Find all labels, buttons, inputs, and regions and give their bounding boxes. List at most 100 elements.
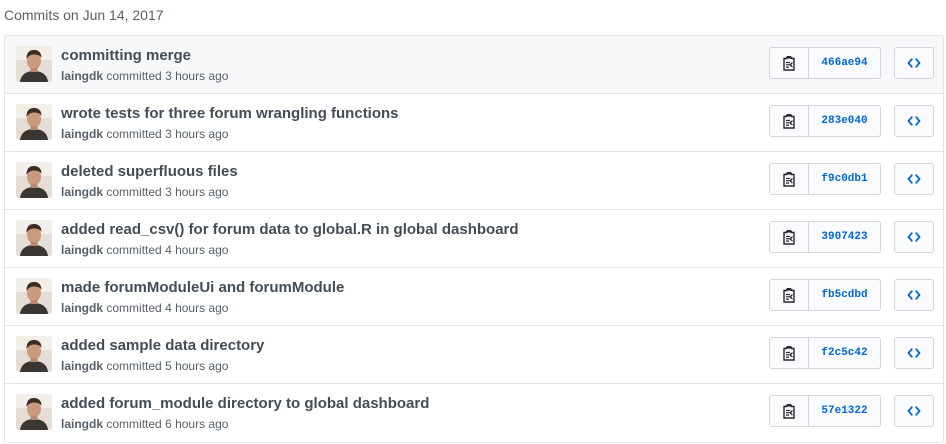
copy-sha-button[interactable] — [770, 280, 809, 310]
commit-row: committing merge laingdk committed 3 hou… — [5, 36, 943, 93]
code-icon — [907, 174, 921, 184]
copy-sha-button[interactable] — [770, 396, 809, 426]
commit-title-link[interactable]: deleted superfluous files — [61, 162, 238, 182]
avatar[interactable] — [16, 162, 52, 198]
copy-sha-button[interactable] — [770, 338, 809, 368]
browse-repo-button[interactable] — [894, 279, 934, 311]
commit-time: 4 hours ago — [165, 301, 229, 315]
code-icon — [907, 406, 921, 416]
copy-sha-button[interactable] — [770, 48, 809, 78]
commit-title-link[interactable]: wrote tests for three forum wrangling fu… — [61, 104, 399, 124]
avatar-photo — [16, 104, 52, 140]
sha-link[interactable]: fb5cdbd — [809, 280, 880, 310]
commit-meta: laingdk committed 3 hours ago — [61, 126, 228, 142]
avatar[interactable] — [16, 220, 52, 256]
commit-time: 5 hours ago — [165, 359, 229, 373]
code-icon — [907, 232, 921, 242]
commit-verb: committed — [106, 243, 162, 257]
sha-link[interactable]: 283e040 — [809, 106, 880, 136]
sha-button-group: 283e040 — [769, 105, 881, 137]
copy-sha-button[interactable] — [770, 106, 809, 136]
commit-title-link[interactable]: added forum_module directory to global d… — [61, 394, 429, 414]
commit-verb: committed — [106, 127, 162, 141]
commit-meta: laingdk committed 4 hours ago — [61, 242, 228, 258]
avatar-photo — [16, 394, 52, 430]
sha-button-group: f9c0db1 — [769, 163, 881, 195]
commit-verb: committed — [106, 359, 162, 373]
sha-link[interactable]: f9c0db1 — [809, 164, 880, 194]
commit-meta: laingdk committed 4 hours ago — [61, 300, 228, 316]
browse-repo-button[interactable] — [894, 47, 934, 79]
commit-title-link[interactable]: committing merge — [61, 46, 191, 66]
sha-button-group: 466ae94 — [769, 47, 881, 79]
sha-button-group: 57e1322 — [769, 395, 881, 427]
commit-verb: committed — [106, 185, 162, 199]
commit-list: committing merge laingdk committed 3 hou… — [4, 35, 944, 443]
browse-repo-button[interactable] — [894, 337, 934, 369]
sha-link[interactable]: f2c5c42 — [809, 338, 880, 368]
commit-meta: laingdk committed 3 hours ago — [61, 68, 228, 84]
sha-link[interactable]: 3907423 — [809, 222, 880, 252]
code-icon — [907, 58, 921, 68]
browse-repo-button[interactable] — [894, 163, 934, 195]
commit-time: 6 hours ago — [165, 417, 229, 431]
commit-group-title: Commits on Jun 14, 2017 — [4, 7, 164, 23]
code-icon — [907, 348, 921, 358]
commit-row: made forumModuleUi and forumModule laing… — [5, 267, 943, 325]
code-icon — [907, 290, 921, 300]
author-link[interactable]: laingdk — [61, 359, 103, 373]
commit-title-link[interactable]: added sample data directory — [61, 336, 264, 356]
author-link[interactable]: laingdk — [61, 417, 103, 431]
author-link[interactable]: laingdk — [61, 301, 103, 315]
commit-verb: committed — [106, 69, 162, 83]
commit-time: 4 hours ago — [165, 243, 229, 257]
copy-sha-button[interactable] — [770, 164, 809, 194]
sha-button-group: 3907423 — [769, 221, 881, 253]
clippy-icon — [783, 404, 795, 419]
commit-verb: committed — [106, 417, 162, 431]
sha-link[interactable]: 57e1322 — [809, 396, 880, 426]
commit-title-link[interactable]: added read_csv() for forum data to globa… — [61, 220, 519, 240]
avatar[interactable] — [16, 46, 52, 82]
avatar-photo — [16, 336, 52, 372]
sha-button-group: f2c5c42 — [769, 337, 881, 369]
avatar-photo — [16, 46, 52, 82]
commit-time: 3 hours ago — [165, 185, 229, 199]
clippy-icon — [783, 172, 795, 187]
author-link[interactable]: laingdk — [61, 69, 103, 83]
avatar-photo — [16, 278, 52, 314]
sha-link[interactable]: 466ae94 — [809, 48, 880, 78]
commit-time: 3 hours ago — [165, 69, 229, 83]
avatar[interactable] — [16, 104, 52, 140]
copy-sha-button[interactable] — [770, 222, 809, 252]
commit-meta: laingdk committed 3 hours ago — [61, 184, 228, 200]
clippy-icon — [783, 288, 795, 303]
commit-verb: committed — [106, 301, 162, 315]
avatar-photo — [16, 162, 52, 198]
browse-repo-button[interactable] — [894, 221, 934, 253]
author-link[interactable]: laingdk — [61, 185, 103, 199]
commit-row: deleted superfluous files laingdk commit… — [5, 151, 943, 209]
sha-button-group: fb5cdbd — [769, 279, 881, 311]
commit-row: added sample data directory laingdk comm… — [5, 325, 943, 383]
browse-repo-button[interactable] — [894, 105, 934, 137]
commit-row: wrote tests for three forum wrangling fu… — [5, 93, 943, 151]
clippy-icon — [783, 56, 795, 71]
commit-row: added read_csv() for forum data to globa… — [5, 209, 943, 267]
commit-meta: laingdk committed 5 hours ago — [61, 358, 228, 374]
avatar[interactable] — [16, 394, 52, 430]
commit-time: 3 hours ago — [165, 127, 229, 141]
commit-row: added forum_module directory to global d… — [5, 383, 943, 441]
avatar-photo — [16, 220, 52, 256]
commit-meta: laingdk committed 6 hours ago — [61, 416, 228, 432]
avatar[interactable] — [16, 336, 52, 372]
commit-title-link[interactable]: made forumModuleUi and forumModule — [61, 278, 344, 298]
clippy-icon — [783, 230, 795, 245]
clippy-icon — [783, 114, 795, 129]
author-link[interactable]: laingdk — [61, 243, 103, 257]
clippy-icon — [783, 346, 795, 361]
code-icon — [907, 116, 921, 126]
browse-repo-button[interactable] — [894, 395, 934, 427]
author-link[interactable]: laingdk — [61, 127, 103, 141]
avatar[interactable] — [16, 278, 52, 314]
